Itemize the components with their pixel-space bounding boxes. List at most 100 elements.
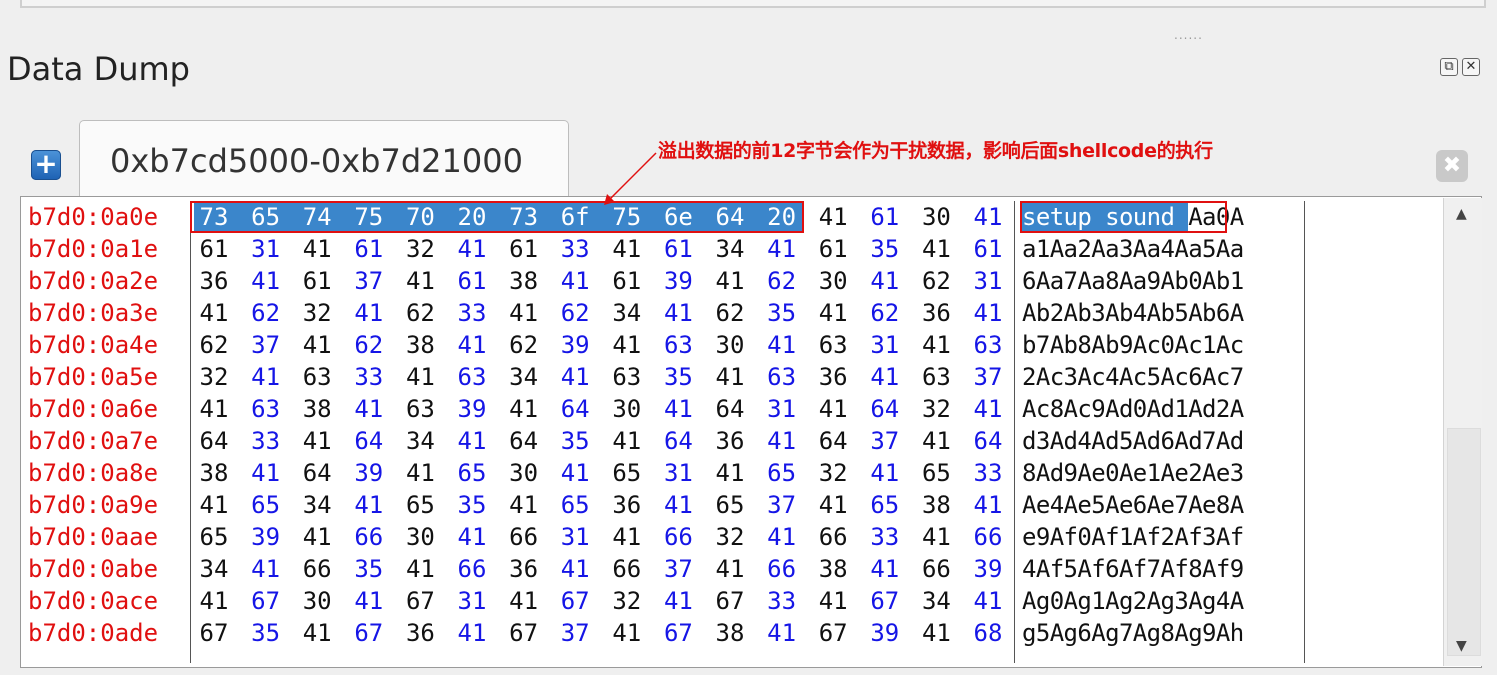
hex-byte[interactable]: 64 [816,425,850,457]
hex-byte[interactable]: 64 [713,393,747,425]
hex-byte[interactable]: 41 [713,457,747,489]
hex-byte[interactable]: 41 [816,201,850,233]
hex-byte[interactable]: 33 [558,233,592,265]
hex-byte[interactable]: 65 [919,457,953,489]
hex-byte[interactable]: 62 [507,329,541,361]
hex-byte[interactable]: 41 [455,617,489,649]
hex-byte[interactable]: 41 [300,329,334,361]
hex-byte[interactable]: 41 [558,265,592,297]
hex-byte[interactable]: 61 [300,265,334,297]
hex-byte[interactable]: 41 [919,617,953,649]
hex-byte[interactable]: 41 [197,489,231,521]
hex-byte[interactable]: 41 [558,457,592,489]
hex-byte[interactable]: 32 [197,361,231,393]
hex-byte[interactable]: 65 [713,489,747,521]
hex-byte[interactable]: 41 [919,329,953,361]
hex-byte[interactable]: 31 [661,457,695,489]
hex-byte[interactable]: 64 [507,425,541,457]
hex-byte[interactable]: 64 [868,393,902,425]
hex-byte[interactable]: 62 [249,297,283,329]
hex-byte[interactable]: 65 [765,457,799,489]
vertical-scrollbar[interactable]: ▲ ▼ [1443,198,1482,666]
hex-byte[interactable]: 32 [713,521,747,553]
hex-byte[interactable]: 41 [816,297,850,329]
hex-byte[interactable]: 61 [816,233,850,265]
hex-byte[interactable]: 38 [816,553,850,585]
hex-byte[interactable]: 62 [713,297,747,329]
hex-byte[interactable]: 63 [919,361,953,393]
hex-byte[interactable]: 61 [455,265,489,297]
hex-byte[interactable]: 64 [197,425,231,457]
hex-byte[interactable]: 31 [868,329,902,361]
hex-byte[interactable]: 41 [403,361,437,393]
hex-byte[interactable]: 37 [558,617,592,649]
hex-byte[interactable]: 36 [919,297,953,329]
hex-byte[interactable]: 30 [300,585,334,617]
hex-byte[interactable]: 67 [249,585,283,617]
hex-byte[interactable]: 41 [868,265,902,297]
hex-byte[interactable]: 66 [816,521,850,553]
hex-byte[interactable]: 41 [713,265,747,297]
hex-byte[interactable]: 41 [765,233,799,265]
hex-byte[interactable]: 39 [558,329,592,361]
hex-byte[interactable]: 61 [352,233,386,265]
hex-byte[interactable]: 39 [868,617,902,649]
close-tab-button[interactable]: ✖ [1436,150,1468,182]
hex-byte[interactable]: 65 [249,489,283,521]
hex-byte[interactable]: 41 [971,297,1005,329]
hex-byte[interactable]: 41 [713,361,747,393]
hex-byte[interactable]: 41 [816,393,850,425]
hex-byte[interactable]: 41 [558,361,592,393]
hex-byte[interactable]: 41 [455,425,489,457]
hex-byte[interactable]: 41 [352,585,386,617]
hex-byte[interactable]: 30 [403,521,437,553]
hex-byte[interactable]: 63 [610,361,644,393]
hex-byte[interactable]: 39 [971,553,1005,585]
hex-byte[interactable]: 67 [558,585,592,617]
hex-byte[interactable]: 41 [507,585,541,617]
hex-byte[interactable]: 67 [507,617,541,649]
hex-byte[interactable]: 30 [713,329,747,361]
scrollbar-thumb[interactable] [1447,428,1481,656]
hex-byte[interactable]: 65 [610,457,644,489]
hex-byte[interactable]: 32 [610,585,644,617]
hex-byte[interactable]: 67 [868,585,902,617]
hex-byte[interactable]: 67 [661,617,695,649]
hex-byte[interactable]: 35 [765,297,799,329]
hex-byte[interactable]: 66 [765,553,799,585]
hex-byte[interactable]: 41 [610,617,644,649]
hex-byte[interactable]: 41 [249,457,283,489]
hex-byte[interactable]: 61 [610,265,644,297]
hex-byte[interactable]: 38 [197,457,231,489]
hex-byte[interactable]: 34 [197,553,231,585]
hex-byte[interactable]: 41 [816,489,850,521]
hex-byte[interactable]: 41 [661,393,695,425]
hex-byte[interactable]: 41 [919,425,953,457]
hex-byte[interactable]: 33 [765,585,799,617]
hex-byte[interactable]: 41 [352,489,386,521]
hex-byte[interactable]: 41 [610,521,644,553]
hex-byte[interactable]: 31 [455,585,489,617]
hex-byte[interactable]: 37 [249,329,283,361]
hex-byte[interactable]: 38 [403,329,437,361]
hex-byte[interactable]: 41 [610,233,644,265]
hex-byte[interactable]: 35 [558,425,592,457]
hex-byte[interactable]: 41 [300,617,334,649]
hex-byte[interactable]: 41 [352,393,386,425]
hex-byte[interactable]: 41 [971,585,1005,617]
hex-byte[interactable]: 32 [816,457,850,489]
hex-byte[interactable]: 66 [971,521,1005,553]
hex-byte[interactable]: 63 [661,329,695,361]
hex-byte[interactable]: 41 [197,585,231,617]
restore-window-icon[interactable]: ⧉ [1440,58,1458,76]
hex-byte[interactable]: 36 [197,265,231,297]
hex-byte[interactable]: 33 [352,361,386,393]
hex-byte[interactable]: 34 [403,425,437,457]
hex-byte[interactable]: 62 [352,329,386,361]
hex-byte[interactable]: 31 [249,233,283,265]
hex-byte[interactable]: 30 [507,457,541,489]
hex-byte[interactable]: 62 [765,265,799,297]
hex-byte[interactable]: 66 [661,521,695,553]
hex-byte[interactable]: 41 [558,553,592,585]
hex-byte[interactable]: 62 [197,329,231,361]
